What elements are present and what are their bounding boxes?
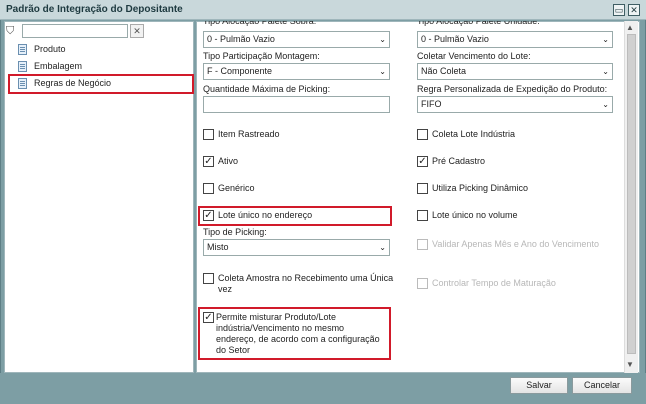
checkbox-label: Ativo: [218, 156, 239, 166]
tipo-picking-select[interactable]: Misto ⌄: [203, 239, 390, 256]
regra-expedicao-select[interactable]: FIFO ⌄: [417, 96, 613, 113]
quantidade-maxima-label: Quantidade Máxima de Picking:: [203, 84, 331, 94]
utiliza-picking-dinamico-checkbox[interactable]: Utiliza Picking Dinâmico: [417, 182, 617, 196]
checkbox-label: Item Rastreado: [218, 129, 280, 139]
checkbox-label: Lote único no volume: [432, 210, 518, 220]
checkbox-box: [203, 273, 214, 284]
checkbox-box: [417, 129, 428, 140]
coleta-lote-industria-checkbox[interactable]: Coleta Lote Indústria: [417, 128, 617, 142]
coleta-amostra-checkbox[interactable]: Coleta Amostra no Recebimento uma Única …: [203, 272, 398, 296]
item-rastreado-checkbox[interactable]: Item Rastreado: [203, 128, 393, 142]
checkbox-box: [203, 183, 214, 194]
chevron-down-icon: ⌄: [602, 35, 609, 44]
controlar-maturacao-checkbox[interactable]: Controlar Tempo de Maturação: [417, 277, 617, 291]
close-icon[interactable]: ✕: [628, 4, 640, 16]
chevron-down-icon: ⌄: [379, 243, 386, 252]
document-icon: [18, 61, 27, 72]
check-icon: ✓: [417, 156, 428, 167]
scroll-down-icon[interactable]: ▼: [626, 360, 634, 369]
checkbox-box: [417, 183, 428, 194]
checkbox-box: [417, 239, 428, 250]
restore-icon[interactable]: ▭: [613, 4, 625, 16]
checkbox-label: Controlar Tempo de Maturação: [432, 278, 556, 288]
checkbox-label: Coleta Amostra no Recebimento uma Única …: [218, 273, 394, 294]
checkbox-label: Coleta Lote Indústria: [432, 129, 516, 139]
chevron-down-icon: ⌄: [602, 100, 609, 109]
tree-item-label: Embalagem: [34, 61, 83, 71]
quantidade-maxima-input[interactable]: [203, 96, 390, 113]
highlight-permite-misturar: [198, 307, 391, 360]
select-value: Não Coleta: [421, 66, 467, 76]
pre-cadastro-checkbox[interactable]: ✓ Pré Cadastro: [417, 155, 617, 169]
scroll-up-icon[interactable]: ▲: [626, 23, 634, 32]
tipo-alocacao-sobra-select[interactable]: 0 - Pulmão Vazio ⌄: [203, 31, 390, 48]
chevron-down-icon: ⌄: [379, 67, 386, 76]
checkbox-label: Pré Cadastro: [432, 156, 486, 166]
save-button[interactable]: Salvar: [510, 377, 568, 394]
tipo-picking-label: Tipo de Picking:: [203, 227, 267, 237]
select-value: F - Componente: [207, 66, 273, 76]
filter-input[interactable]: [22, 24, 128, 38]
highlight-regras-de-negocio: [8, 74, 194, 94]
check-icon: ✓: [203, 156, 214, 167]
regra-expedicao-label: Regra Personalizada de Expedição do Prod…: [417, 84, 608, 94]
highlight-lote-unico-endereco: [198, 206, 392, 226]
tree-item-label: Produto: [34, 44, 66, 54]
filter-icon: ⛉: [6, 25, 15, 37]
select-value: 0 - Pulmão Vazio: [207, 34, 275, 44]
document-icon: [18, 44, 27, 55]
checkbox-label: Utiliza Picking Dinâmico: [432, 183, 529, 193]
tipo-alocacao-unidade-select[interactable]: 0 - Pulmão Vazio ⌄: [417, 31, 613, 48]
checkbox-box: [203, 129, 214, 140]
validar-mes-ano-checkbox[interactable]: Validar Apenas Mês e Ano do Vencimento: [417, 238, 617, 262]
generico-checkbox[interactable]: Genérico: [203, 182, 393, 196]
coletar-vencimento-label: Coletar Vencimento do Lote:: [417, 51, 531, 61]
scrollbar-thumb[interactable]: [627, 34, 636, 354]
tree-item-produto[interactable]: Produto: [6, 42, 194, 58]
checkbox-box: [417, 210, 428, 221]
select-value: 0 - Pulmão Vazio: [421, 34, 489, 44]
dialog-title: Padrão de Integração do Depositante: [6, 4, 183, 15]
checkbox-label: Validar Apenas Mês e Ano do Vencimento: [432, 239, 599, 249]
lote-unico-volume-checkbox[interactable]: Lote único no volume: [417, 209, 617, 223]
tipo-participacao-label: Tipo Participação Montagem:: [203, 51, 320, 61]
checkbox-label: Genérico: [218, 183, 255, 193]
ativo-checkbox[interactable]: ✓ Ativo: [203, 155, 393, 169]
cancel-button[interactable]: Cancelar: [572, 377, 632, 394]
chevron-down-icon: ⌄: [602, 67, 609, 76]
clear-filter-button[interactable]: ✕: [130, 24, 144, 38]
coletar-vencimento-select[interactable]: Não Coleta ⌄: [417, 63, 613, 80]
select-value: FIFO: [421, 99, 442, 109]
select-value: Misto: [207, 242, 229, 252]
chevron-down-icon: ⌄: [379, 35, 386, 44]
tree-item-embalagem[interactable]: Embalagem: [6, 59, 194, 75]
tipo-participacao-select[interactable]: F - Componente ⌄: [203, 63, 390, 80]
checkbox-box: [417, 278, 428, 289]
